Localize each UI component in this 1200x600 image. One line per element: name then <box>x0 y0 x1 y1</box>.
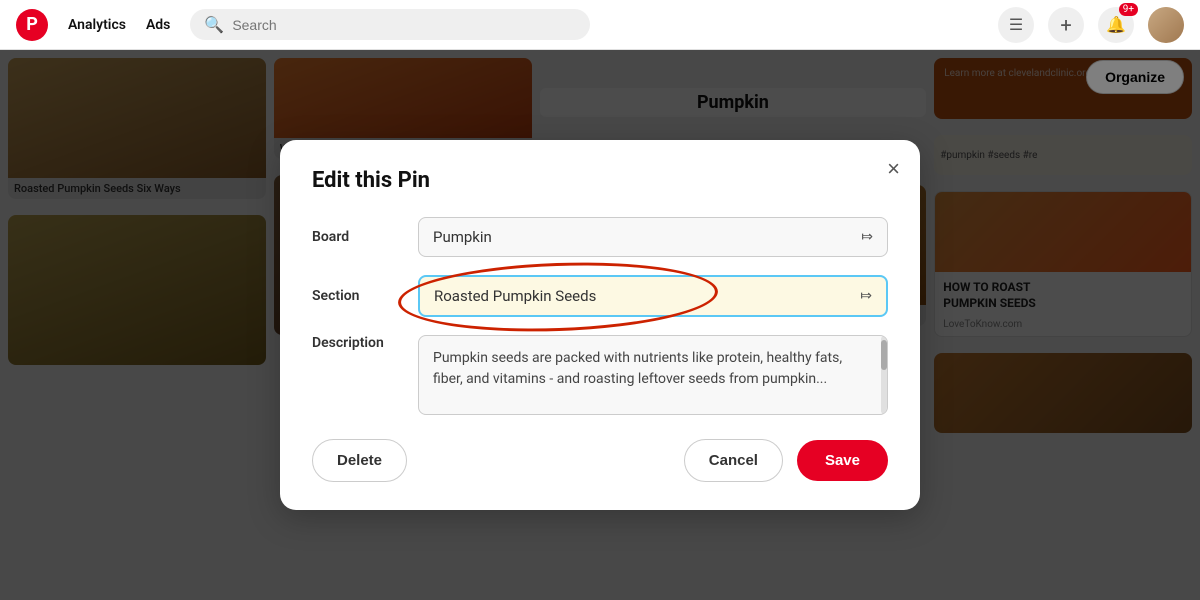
bell-icon: 🔔 <box>1106 15 1126 34</box>
delete-button[interactable]: Delete <box>312 439 407 482</box>
menu-icon: ☰ <box>1009 15 1023 34</box>
background-content: Roasted Pumpkin Seeds Six Ways Wrapped A… <box>0 50 1200 600</box>
modal-footer: Delete Cancel Save <box>312 439 888 482</box>
board-row: Board Pumpkin ⤇ <box>312 217 888 257</box>
section-select-wrapper: Roasted Pumpkin Seeds ⤇ <box>418 275 888 317</box>
nav-analytics[interactable]: Analytics <box>68 17 126 33</box>
description-field[interactable]: Pumpkin seeds are packed with nutrients … <box>418 335 888 415</box>
notification-badge: 9+ <box>1119 3 1138 16</box>
section-select[interactable]: Roasted Pumpkin Seeds ⤇ <box>418 275 888 317</box>
section-row: Section Roasted Pumpkin Seeds ⤇ <box>312 275 888 317</box>
menu-button[interactable]: ☰ <box>998 7 1034 43</box>
modal-footer-right: Cancel Save <box>684 439 888 482</box>
save-button[interactable]: Save <box>797 440 888 481</box>
pinterest-logo[interactable]: P <box>16 9 48 41</box>
scroll-thumb[interactable] <box>881 340 887 370</box>
nav-right-actions: ☰ + 🔔 9+ <box>998 7 1184 43</box>
description-label: Description <box>312 335 402 351</box>
board-chevron-icon: ⤇ <box>861 229 873 245</box>
search-icon: 🔍 <box>204 15 224 34</box>
description-text: Pumpkin seeds are packed with nutrients … <box>433 350 842 387</box>
nav-search-bar[interactable]: 🔍 <box>190 9 590 40</box>
description-row: Description Pumpkin seeds are packed wit… <box>312 335 888 415</box>
navbar: P Analytics Ads 🔍 ☰ + 🔔 9+ <box>0 0 1200 50</box>
nav-ads[interactable]: Ads <box>146 17 170 33</box>
section-select-value: Roasted Pumpkin Seeds <box>434 287 596 305</box>
scroll-track <box>881 336 887 414</box>
notifications-button[interactable]: 🔔 9+ <box>1098 7 1134 43</box>
edit-pin-modal: × Edit this Pin Board Pumpkin ⤇ Section … <box>280 140 920 510</box>
board-label: Board <box>312 229 402 245</box>
plus-icon: + <box>1060 13 1071 37</box>
section-label: Section <box>312 288 402 304</box>
board-select[interactable]: Pumpkin ⤇ <box>418 217 888 257</box>
add-button[interactable]: + <box>1048 7 1084 43</box>
search-input[interactable] <box>232 17 576 33</box>
close-button[interactable]: × <box>887 158 900 180</box>
user-avatar[interactable] <box>1148 7 1184 43</box>
board-select-value: Pumpkin <box>433 228 492 246</box>
modal-title: Edit this Pin <box>312 168 888 193</box>
modal-overlay: × Edit this Pin Board Pumpkin ⤇ Section … <box>0 50 1200 600</box>
section-chevron-icon: ⤇ <box>860 288 872 304</box>
cancel-button[interactable]: Cancel <box>684 439 783 482</box>
